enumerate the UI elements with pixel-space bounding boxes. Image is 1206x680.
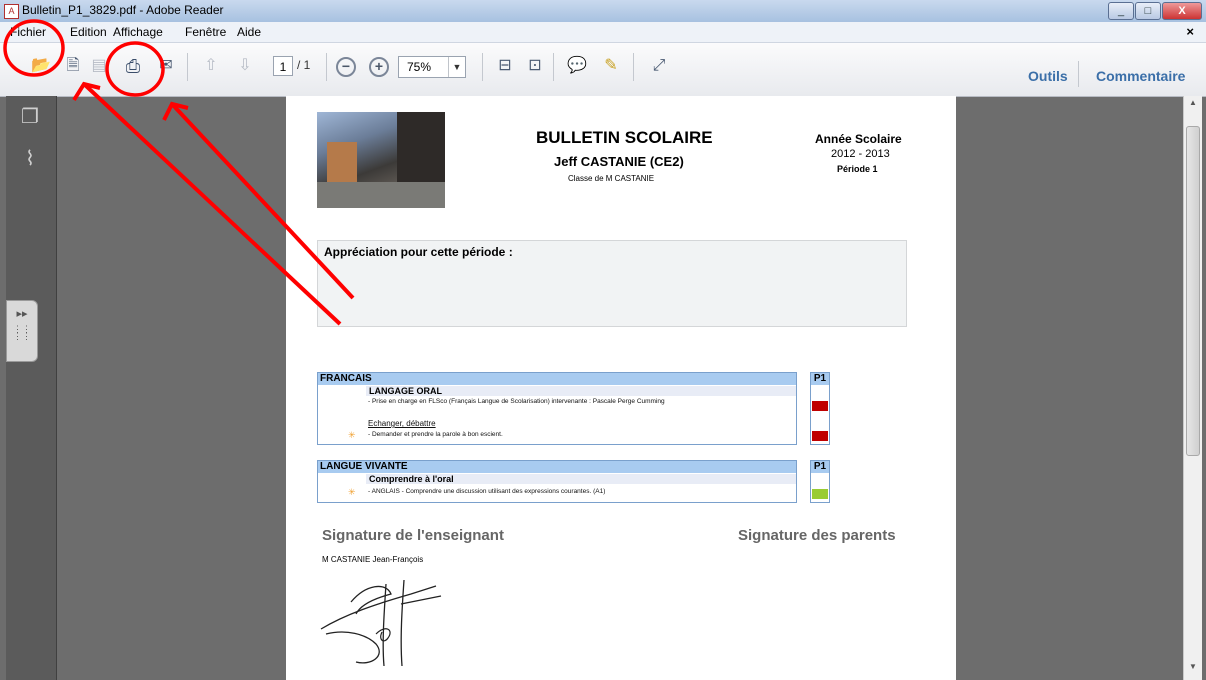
rating-column-p1: P1 [810,372,830,445]
fit-width-icon[interactable]: ⊡ [524,55,546,77]
email-icon[interactable]: ✉ [155,55,177,77]
save-icon[interactable]: ▤ [88,55,110,77]
zoom-value: 75% [407,60,432,74]
toolbar-separator [553,53,554,81]
menu-aide[interactable]: Aide [237,25,261,39]
pages-icon[interactable]: ❐ [18,104,42,128]
subsection-header: LANGAGE ORAL [366,386,796,396]
create-pdf-icon[interactable]: 🗎 [62,55,84,77]
handwritten-signature [320,579,442,667]
photo-building [327,142,357,182]
menu-affichage[interactable]: Affichage [113,25,163,39]
subsection-header: Comprendre à l'oral [366,474,796,484]
document-title: BULLETIN SCOLAIRE [536,128,713,147]
maximize-button[interactable]: □ [1135,2,1161,20]
skill-link: Echanger, débattre [368,419,436,428]
list-item: - ANGLAIS - Comprendre une discussion ut… [368,488,606,495]
rating-cell-red [812,431,828,441]
list-item: - Demander et prendre la parole à bon es… [368,431,503,438]
photo-wall [317,182,445,208]
page-number-input[interactable]: 1 [273,56,293,76]
zoom-out-icon[interactable]: − [336,57,356,77]
rating-cell-red [812,401,828,411]
section-langue-vivante: LANGUE VIVANTE Comprendre à l'oral ✳ - A… [317,460,797,503]
toolbar-separator [326,53,327,81]
section-francais: FRANCAIS LANGAGE ORAL - Prise en charge … [317,372,797,445]
close-document-icon[interactable]: × [1186,24,1194,39]
rating-column-header: P1 [811,461,829,473]
teacher-name: M CASTANIE Jean-François [322,555,424,564]
list-item: - Prise en charge en FLSco (Français Lan… [368,398,665,405]
student-photo [317,112,445,208]
attachments-icon[interactable]: ⌇ [18,146,42,170]
section-header: FRANCAIS [318,373,796,385]
adobe-reader-icon: A [4,4,19,19]
toolbar-separator [1078,61,1079,87]
menu-fenetre[interactable]: Fenêtre [185,25,226,39]
grip-dots-icon: ⋮⋮ ⋮⋮ [13,324,31,341]
expand-pane-handle[interactable]: ▸▸ ⋮⋮ ⋮⋮ [6,300,38,362]
toolbar-separator [633,53,634,81]
pdf-page: BULLETIN SCOLAIRE Jeff CASTANIE (CE2) Cl… [286,96,956,680]
comment-button[interactable]: Commentaire [1096,68,1185,84]
print-icon[interactable]: ⎙ [122,55,144,77]
year-label: Année Scolaire [815,132,902,146]
tools-button[interactable]: Outils [1028,68,1068,84]
open-file-icon[interactable]: 📂 [30,55,52,77]
star-icon: ✳ [348,430,356,440]
star-icon: ✳ [348,487,356,497]
close-window-button[interactable]: X [1162,2,1202,20]
section-header: LANGUE VIVANTE [318,461,796,473]
toolbar: 📂 🗎 ▤ ⎙ ✉ ⇧ ⇩ 1 / 1 − + 75% ▼ ⊟ ⊡ 💬 ✎ ⤢ … [0,43,1206,97]
class-name: Classe de M CASTANIE [568,174,655,183]
menu-bar: Fichier Edition Affichage Fenêtre Aide × [0,22,1206,43]
toolbar-separator [482,53,483,81]
zoom-in-icon[interactable]: + [369,57,389,77]
signature-parents-label: Signature des parents [738,527,896,544]
title-bar: A Bulletin_P1_3829.pdf - Adobe Reader _ … [0,0,1206,22]
menu-fichier[interactable]: Fichier [10,25,46,39]
rating-column-p1: P1 [810,460,830,503]
minimize-button[interactable]: _ [1108,2,1134,20]
menu-edition[interactable]: Edition [70,25,107,39]
scroll-thumb[interactable] [1186,126,1200,456]
student-name: Jeff CASTANIE (CE2) [554,154,684,169]
scroll-down-icon[interactable]: ▼ [1184,662,1202,676]
chevron-down-icon[interactable]: ▼ [448,57,465,77]
comment-bubble-icon[interactable]: 💬 [566,55,588,77]
highlight-icon[interactable]: ✎ [600,55,622,77]
toolbar-separator [187,53,188,81]
rating-column-header: P1 [811,373,829,385]
rating-cell-green [812,489,828,499]
signature-teacher-label: Signature de l'enseignant [322,527,504,544]
double-arrow-icon: ▸▸ [16,308,28,320]
previous-page-icon[interactable]: ⇧ [200,55,222,77]
window-title: Bulletin_P1_3829.pdf - Adobe Reader [22,3,224,17]
appreciation-box: Appréciation pour cette période : [317,240,907,327]
period-label: Période 1 [837,164,878,174]
full-screen-icon[interactable]: ⤢ [648,55,670,77]
scroll-up-icon[interactable]: ▲ [1184,98,1202,112]
page-total-label: / 1 [297,58,311,72]
vertical-scrollbar[interactable]: ▲ ▼ [1183,96,1202,680]
appreciation-label: Appréciation pour cette période : [324,245,513,259]
photo-building [397,112,445,190]
navigation-pane: ❐ ⌇ [6,96,57,680]
year-value: 2012 - 2013 [831,148,890,160]
fit-page-icon[interactable]: ⊟ [494,55,516,77]
next-page-icon[interactable]: ⇩ [234,55,256,77]
